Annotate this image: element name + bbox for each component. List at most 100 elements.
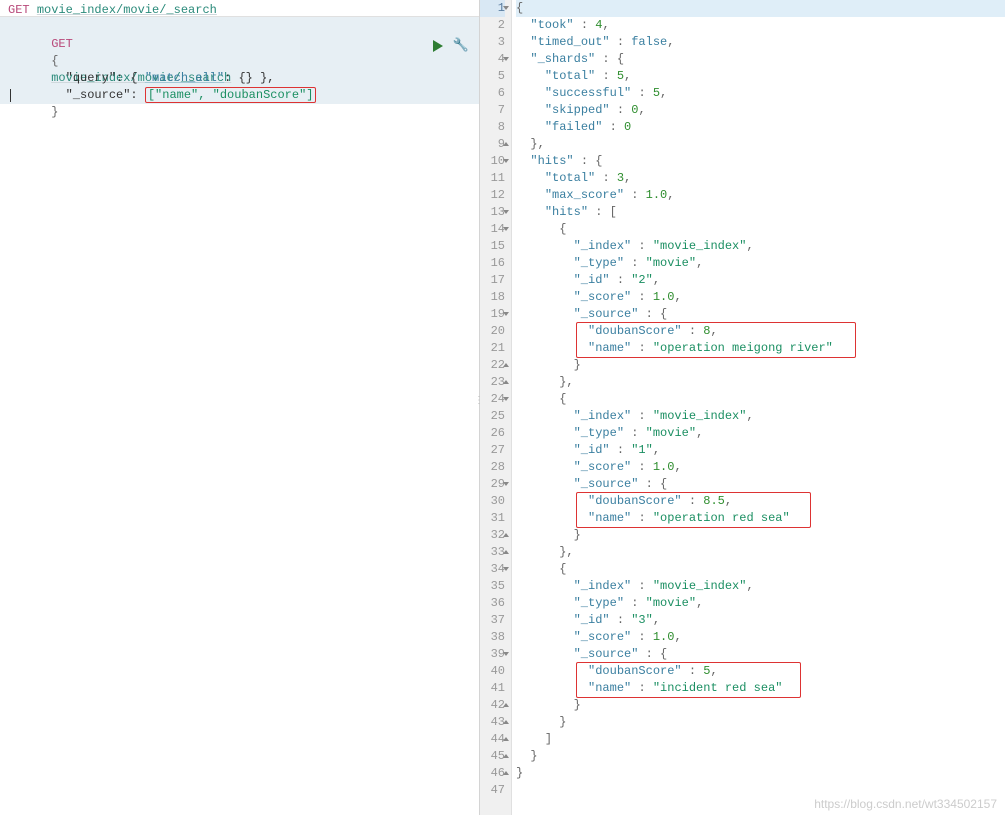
code-line: "_type" : "movie", bbox=[516, 255, 1005, 272]
code-line: "hits" : [ bbox=[516, 204, 1005, 221]
line-number[interactable]: 14 bbox=[480, 221, 505, 238]
code-line: } bbox=[516, 697, 1005, 714]
code-line: "name" : "operation red sea" bbox=[516, 510, 1005, 527]
line-number: 30 bbox=[480, 493, 505, 510]
code-line: "_id" : "3", bbox=[516, 612, 1005, 629]
line-number[interactable]: 1 bbox=[480, 0, 505, 17]
query-actions: 🔧 bbox=[433, 38, 469, 53]
code-line: "timed_out" : false, bbox=[516, 34, 1005, 51]
run-query-button[interactable] bbox=[433, 40, 443, 52]
line-number[interactable]: 9 bbox=[480, 136, 505, 153]
line-number[interactable]: 19 bbox=[480, 306, 505, 323]
line-number: 8 bbox=[480, 119, 505, 136]
line-number: 41 bbox=[480, 680, 505, 697]
code-line: } bbox=[516, 765, 1005, 782]
line-number: 17 bbox=[480, 272, 505, 289]
code-line: "_score" : 1.0, bbox=[516, 289, 1005, 306]
code-line: "_score" : 1.0, bbox=[516, 629, 1005, 646]
code-line: "_id" : "2", bbox=[516, 272, 1005, 289]
code-line: } bbox=[516, 748, 1005, 765]
line-number: 26 bbox=[480, 425, 505, 442]
code-line: "total" : 3, bbox=[516, 170, 1005, 187]
response-viewer: 1 2 3 4 5 6 7 8 9 10 11 12 13 14 15 16 1… bbox=[480, 0, 1005, 815]
code-line: "skipped" : 0, bbox=[516, 102, 1005, 119]
code-line: "successful" : 5, bbox=[516, 85, 1005, 102]
line-number: 36 bbox=[480, 595, 505, 612]
line-number: 18 bbox=[480, 289, 505, 306]
editor-header-line[interactable]: GET movie_index/movie/_search bbox=[0, 0, 479, 17]
line-number: 2 bbox=[480, 17, 505, 34]
query-block[interactable]: GET movie_index/movie/_search { "query":… bbox=[0, 17, 479, 104]
line-number: 47 bbox=[480, 782, 505, 799]
code-line: ] bbox=[516, 731, 1005, 748]
line-number: 11 bbox=[480, 170, 505, 187]
code-line: } bbox=[516, 357, 1005, 374]
watermark: https://blog.csdn.net/wt334502157 bbox=[814, 797, 997, 811]
line-number: 21 bbox=[480, 340, 505, 357]
code-line: { bbox=[516, 221, 1005, 238]
line-number[interactable]: 42 bbox=[480, 697, 505, 714]
line-number[interactable]: 10 bbox=[480, 153, 505, 170]
line-number: 3 bbox=[480, 34, 505, 51]
code-line: { bbox=[516, 561, 1005, 578]
line-number: 25 bbox=[480, 408, 505, 425]
code-line: "_index" : "movie_index", bbox=[516, 238, 1005, 255]
request-path: movie_index/movie/_search bbox=[37, 3, 217, 17]
response-code[interactable]: { "took" : 4, "timed_out" : false, "_sha… bbox=[512, 0, 1005, 815]
code-line: "doubanScore" : 8.5, bbox=[516, 493, 1005, 510]
line-number[interactable]: 13 bbox=[480, 204, 505, 221]
line-number[interactable]: 32 bbox=[480, 527, 505, 544]
line-number: 12 bbox=[480, 187, 505, 204]
code-line: }, bbox=[516, 136, 1005, 153]
code-line: "_index" : "movie_index", bbox=[516, 578, 1005, 595]
line-number[interactable]: 23 bbox=[480, 374, 505, 391]
code-line: "_shards" : { bbox=[516, 51, 1005, 68]
line-number: 38 bbox=[480, 629, 505, 646]
line-number: 7 bbox=[480, 102, 505, 119]
line-number[interactable]: 45 bbox=[480, 748, 505, 765]
line-gutter: 1 2 3 4 5 6 7 8 9 10 11 12 13 14 15 16 1… bbox=[480, 0, 512, 815]
line-number: 35 bbox=[480, 578, 505, 595]
line-number[interactable]: 44 bbox=[480, 731, 505, 748]
code-line: "doubanScore" : 8, bbox=[516, 323, 1005, 340]
query-options-button[interactable]: 🔧 bbox=[453, 38, 469, 53]
line-number[interactable]: 22 bbox=[480, 357, 505, 374]
line-number: 28 bbox=[480, 459, 505, 476]
code-line: { bbox=[516, 0, 1005, 17]
line-number: 20 bbox=[480, 323, 505, 340]
code-line: "name" : "incident red sea" bbox=[516, 680, 1005, 697]
line-number: 27 bbox=[480, 442, 505, 459]
code-line: { bbox=[516, 391, 1005, 408]
code-line: }, bbox=[516, 374, 1005, 391]
line-number[interactable]: 24 bbox=[480, 391, 505, 408]
brace-close: } bbox=[51, 105, 58, 119]
line-number: 40 bbox=[480, 663, 505, 680]
code-line: "_type" : "movie", bbox=[516, 425, 1005, 442]
code-line: "_id" : "1", bbox=[516, 442, 1005, 459]
line-number[interactable]: 34 bbox=[480, 561, 505, 578]
code-line: "_type" : "movie", bbox=[516, 595, 1005, 612]
code-line: "_index" : "movie_index", bbox=[516, 408, 1005, 425]
http-method: GET bbox=[8, 3, 30, 17]
code-line: "failed" : 0 bbox=[516, 119, 1005, 136]
line-number[interactable]: 39 bbox=[480, 646, 505, 663]
line-number[interactable]: 4 bbox=[480, 51, 505, 68]
code-line: "_score" : 1.0, bbox=[516, 459, 1005, 476]
request-editor: GET movie_index/movie/_search GET movie_… bbox=[0, 0, 480, 815]
line-number[interactable]: 46 bbox=[480, 765, 505, 782]
line-number: 5 bbox=[480, 68, 505, 85]
code-line: "total" : 5, bbox=[516, 68, 1005, 85]
code-line: } bbox=[516, 714, 1005, 731]
line-number[interactable]: 29 bbox=[480, 476, 505, 493]
line-number: 31 bbox=[480, 510, 505, 527]
line-number[interactable]: 43 bbox=[480, 714, 505, 731]
code-line: }, bbox=[516, 544, 1005, 561]
line-number[interactable]: 33 bbox=[480, 544, 505, 561]
code-line: "took" : 4, bbox=[516, 17, 1005, 34]
code-line: "doubanScore" : 5, bbox=[516, 663, 1005, 680]
code-line: "_source" : { bbox=[516, 306, 1005, 323]
code-line: "hits" : { bbox=[516, 153, 1005, 170]
code-line: "_source" : { bbox=[516, 646, 1005, 663]
code-line: "max_score" : 1.0, bbox=[516, 187, 1005, 204]
code-line: "_source" : { bbox=[516, 476, 1005, 493]
